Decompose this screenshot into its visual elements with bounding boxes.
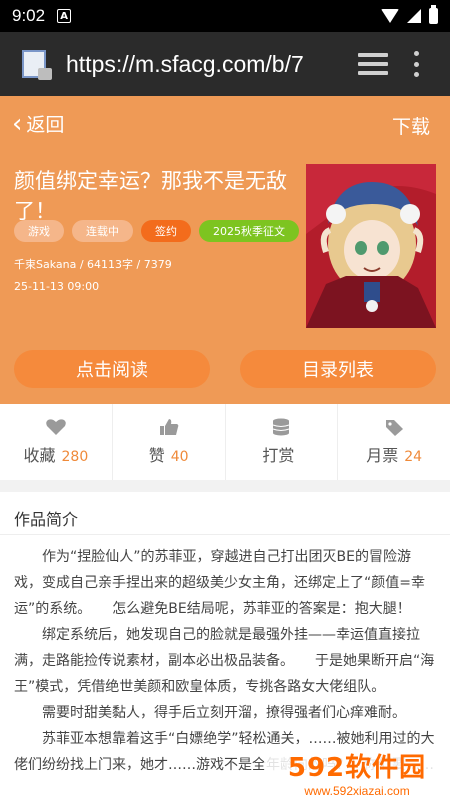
section-divider [0,480,450,492]
status-time: 9:02 [12,6,46,25]
book-title: 颜值绑定幸运？那我不是无敌了！ [14,169,287,223]
like-button[interactable]: 赞 40 [113,404,226,480]
tip-label: 打赏 [262,446,295,465]
battery-icon [429,5,438,24]
chevron-left-icon: ‹ [12,108,23,139]
table-of-contents-button[interactable]: 目录列表 [240,350,436,388]
intro-heading: 作品简介 [14,510,79,529]
book-header: ‹ 返回 下载 颜值绑定幸运？那我不是无敌了！ 游戏 连载中 签约 2025秋季… [0,96,450,404]
site-info-icon[interactable] [22,48,52,80]
back-label: 返回 [26,114,65,136]
author-info: 千束Sakana / 64113字 / 7379 [14,258,172,271]
coins-icon [273,418,290,436]
intro-paragraph: 需要时甜美黏人，得手后立刻开溜，撩得强者们心痒难耐。 [42,705,406,721]
tag-status: 连载中 [72,220,133,242]
tag-list: 游戏 连载中 签约 2025秋季征文 [14,220,299,242]
monthly-ticket-label: 月票 [366,446,399,465]
download-button[interactable]: 下载 [392,112,430,139]
back-button[interactable]: ‹ 返回 [12,110,64,137]
url-field[interactable]: https://m.sfacg.com/b/7 [66,51,336,78]
wifi-icon [381,9,399,23]
thumbs-up-icon [159,419,178,435]
tag-signed: 签约 [141,220,191,242]
like-label: 赞 [148,446,165,465]
tag-event[interactable]: 2025秋季征文 [199,220,299,242]
update-time: 25-11-13 09:00 [14,280,100,293]
status-icons [381,5,438,24]
stats-bar: 收藏 280 赞 40 打赏 月票 24 [0,404,450,480]
favorite-count: 280 [61,449,89,465]
overflow-menu-icon[interactable] [414,51,420,77]
monthly-ticket-button[interactable]: 月票 24 [338,404,450,480]
intro-divider [0,534,450,535]
tabs-icon[interactable] [358,53,388,75]
tag-genre[interactable]: 游戏 [14,220,64,242]
like-count: 40 [170,449,189,465]
watermark-url: www.592xiazai.com [304,783,410,798]
tip-button[interactable]: 打赏 [226,404,339,480]
watermark-title: 592软件园 [287,752,427,783]
ticket-icon [386,420,404,436]
heart-icon [46,419,66,435]
notification-icon: A [57,9,72,23]
favorite-button[interactable]: 收藏 280 [0,404,113,480]
status-bar: 9:02 A [0,0,450,32]
intro-paragraph: 绑定系统后，她发现自己的脸就是最强外挂——幸运值直接拉满，走路能捡传说素材，副本… [14,627,435,695]
watermark: 592软件园 www.592xiazai.com [264,744,450,800]
book-cover[interactable] [306,164,436,328]
browser-toolbar: https://m.sfacg.com/b/7 [0,32,450,96]
intro-paragraph: 作为“捏脸仙人”的苏菲亚，穿越进自己打出团灭BE的冒险游戏，变成自己亲手捏出来的… [14,549,425,617]
favorite-label: 收藏 [23,446,56,465]
signal-icon [407,9,421,23]
read-button[interactable]: 点击阅读 [14,350,210,388]
monthly-ticket-count: 24 [404,449,423,465]
intro-text: 作为“捏脸仙人”的苏菲亚，穿越进自己打出团灭BE的冒险游戏，变成自己亲手捏出来的… [14,544,438,778]
